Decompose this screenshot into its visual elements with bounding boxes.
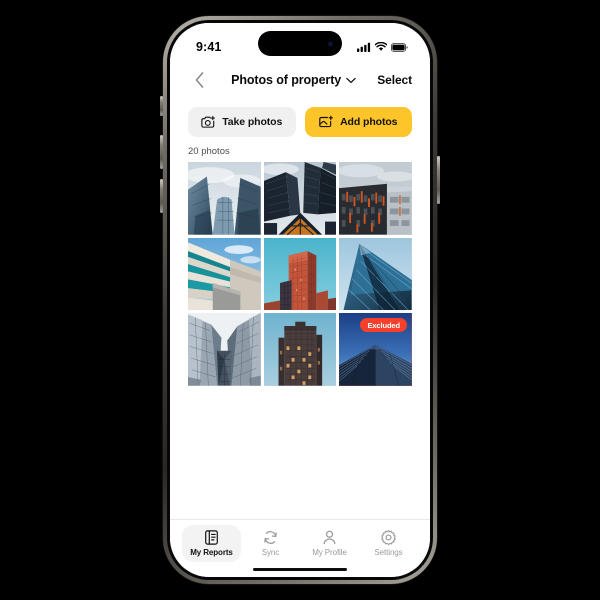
page-title: Photos of property xyxy=(231,73,342,87)
battery-icon xyxy=(391,42,408,52)
status-bar-icons xyxy=(357,42,408,52)
take-photos-button[interactable]: Take photos xyxy=(188,107,296,137)
navigation-bar: Photos of property Select xyxy=(170,61,430,99)
tab-my-profile[interactable]: My Profile xyxy=(300,525,359,562)
photo-tile[interactable] xyxy=(188,162,261,235)
front-camera-icon xyxy=(328,41,333,46)
tab-my-reports[interactable]: My Reports xyxy=(182,525,241,562)
home-indicator[interactable] xyxy=(253,567,347,571)
tab-label: My Reports xyxy=(190,548,233,557)
volume-up-button[interactable] xyxy=(160,135,163,169)
photo-thumbnail xyxy=(188,313,261,387)
photo-count-label: 20 photos xyxy=(170,137,430,162)
dynamic-island xyxy=(258,31,342,56)
image-plus-icon xyxy=(319,115,334,129)
take-photos-label: Take photos xyxy=(222,116,283,128)
photo-tile[interactable] xyxy=(263,313,337,387)
photo-thumbnail xyxy=(339,237,412,311)
photo-tile[interactable] xyxy=(263,162,337,235)
photo-thumbnail xyxy=(188,237,261,311)
photo-thumbnail xyxy=(263,313,337,387)
volume-down-button[interactable] xyxy=(160,179,163,213)
photo-tile[interactable] xyxy=(188,237,261,311)
tab-sync[interactable]: Sync xyxy=(241,525,300,562)
tab-settings[interactable]: Settings xyxy=(359,525,418,562)
power-button[interactable] xyxy=(437,156,440,204)
document-icon xyxy=(203,529,220,546)
camera-plus-icon xyxy=(201,115,216,129)
select-button[interactable]: Select xyxy=(377,73,412,87)
tab-label: Settings xyxy=(374,548,403,557)
photo-tile[interactable] xyxy=(188,313,261,387)
action-button-row: Take photos Add photos xyxy=(170,99,430,137)
add-photos-button[interactable]: Add photos xyxy=(304,107,412,137)
photo-thumbnail xyxy=(263,162,337,235)
back-button[interactable] xyxy=(188,69,210,91)
gear-icon xyxy=(380,529,397,546)
photo-thumbnail xyxy=(339,162,412,235)
refresh-icon xyxy=(262,529,279,546)
photo-tile[interactable] xyxy=(339,162,412,235)
chevron-left-icon xyxy=(195,72,204,88)
photo-tile-excluded[interactable]: Excluded xyxy=(339,313,412,387)
add-photos-label: Add photos xyxy=(340,116,398,128)
cellular-signal-icon xyxy=(357,42,371,52)
photo-tile[interactable] xyxy=(339,237,412,311)
screenshot-root: 9:41 Photos of property Select Take phot… xyxy=(0,0,600,600)
photo-grid: Excluded xyxy=(188,162,412,387)
photo-grid-container: Excluded xyxy=(170,162,430,387)
phone-screen: 9:41 Photos of property Select Take phot… xyxy=(170,23,430,577)
tab-label: Sync xyxy=(261,548,280,557)
photo-thumbnail xyxy=(263,237,337,311)
title-dropdown[interactable]: Photos of property xyxy=(210,73,377,87)
silent-switch-button[interactable] xyxy=(160,96,163,116)
status-bar: 9:41 xyxy=(170,23,430,61)
excluded-badge: Excluded xyxy=(360,318,407,333)
phone-bezel: 9:41 Photos of property Select Take phot… xyxy=(167,20,433,580)
photo-thumbnail xyxy=(188,162,261,235)
photo-tile[interactable] xyxy=(263,237,337,311)
person-icon xyxy=(321,529,338,546)
tab-label: My Profile xyxy=(312,548,347,557)
chevron-down-icon xyxy=(346,77,356,84)
status-bar-time: 9:41 xyxy=(196,40,222,54)
wifi-icon xyxy=(375,42,387,52)
phone-frame: 9:41 Photos of property Select Take phot… xyxy=(163,16,437,584)
